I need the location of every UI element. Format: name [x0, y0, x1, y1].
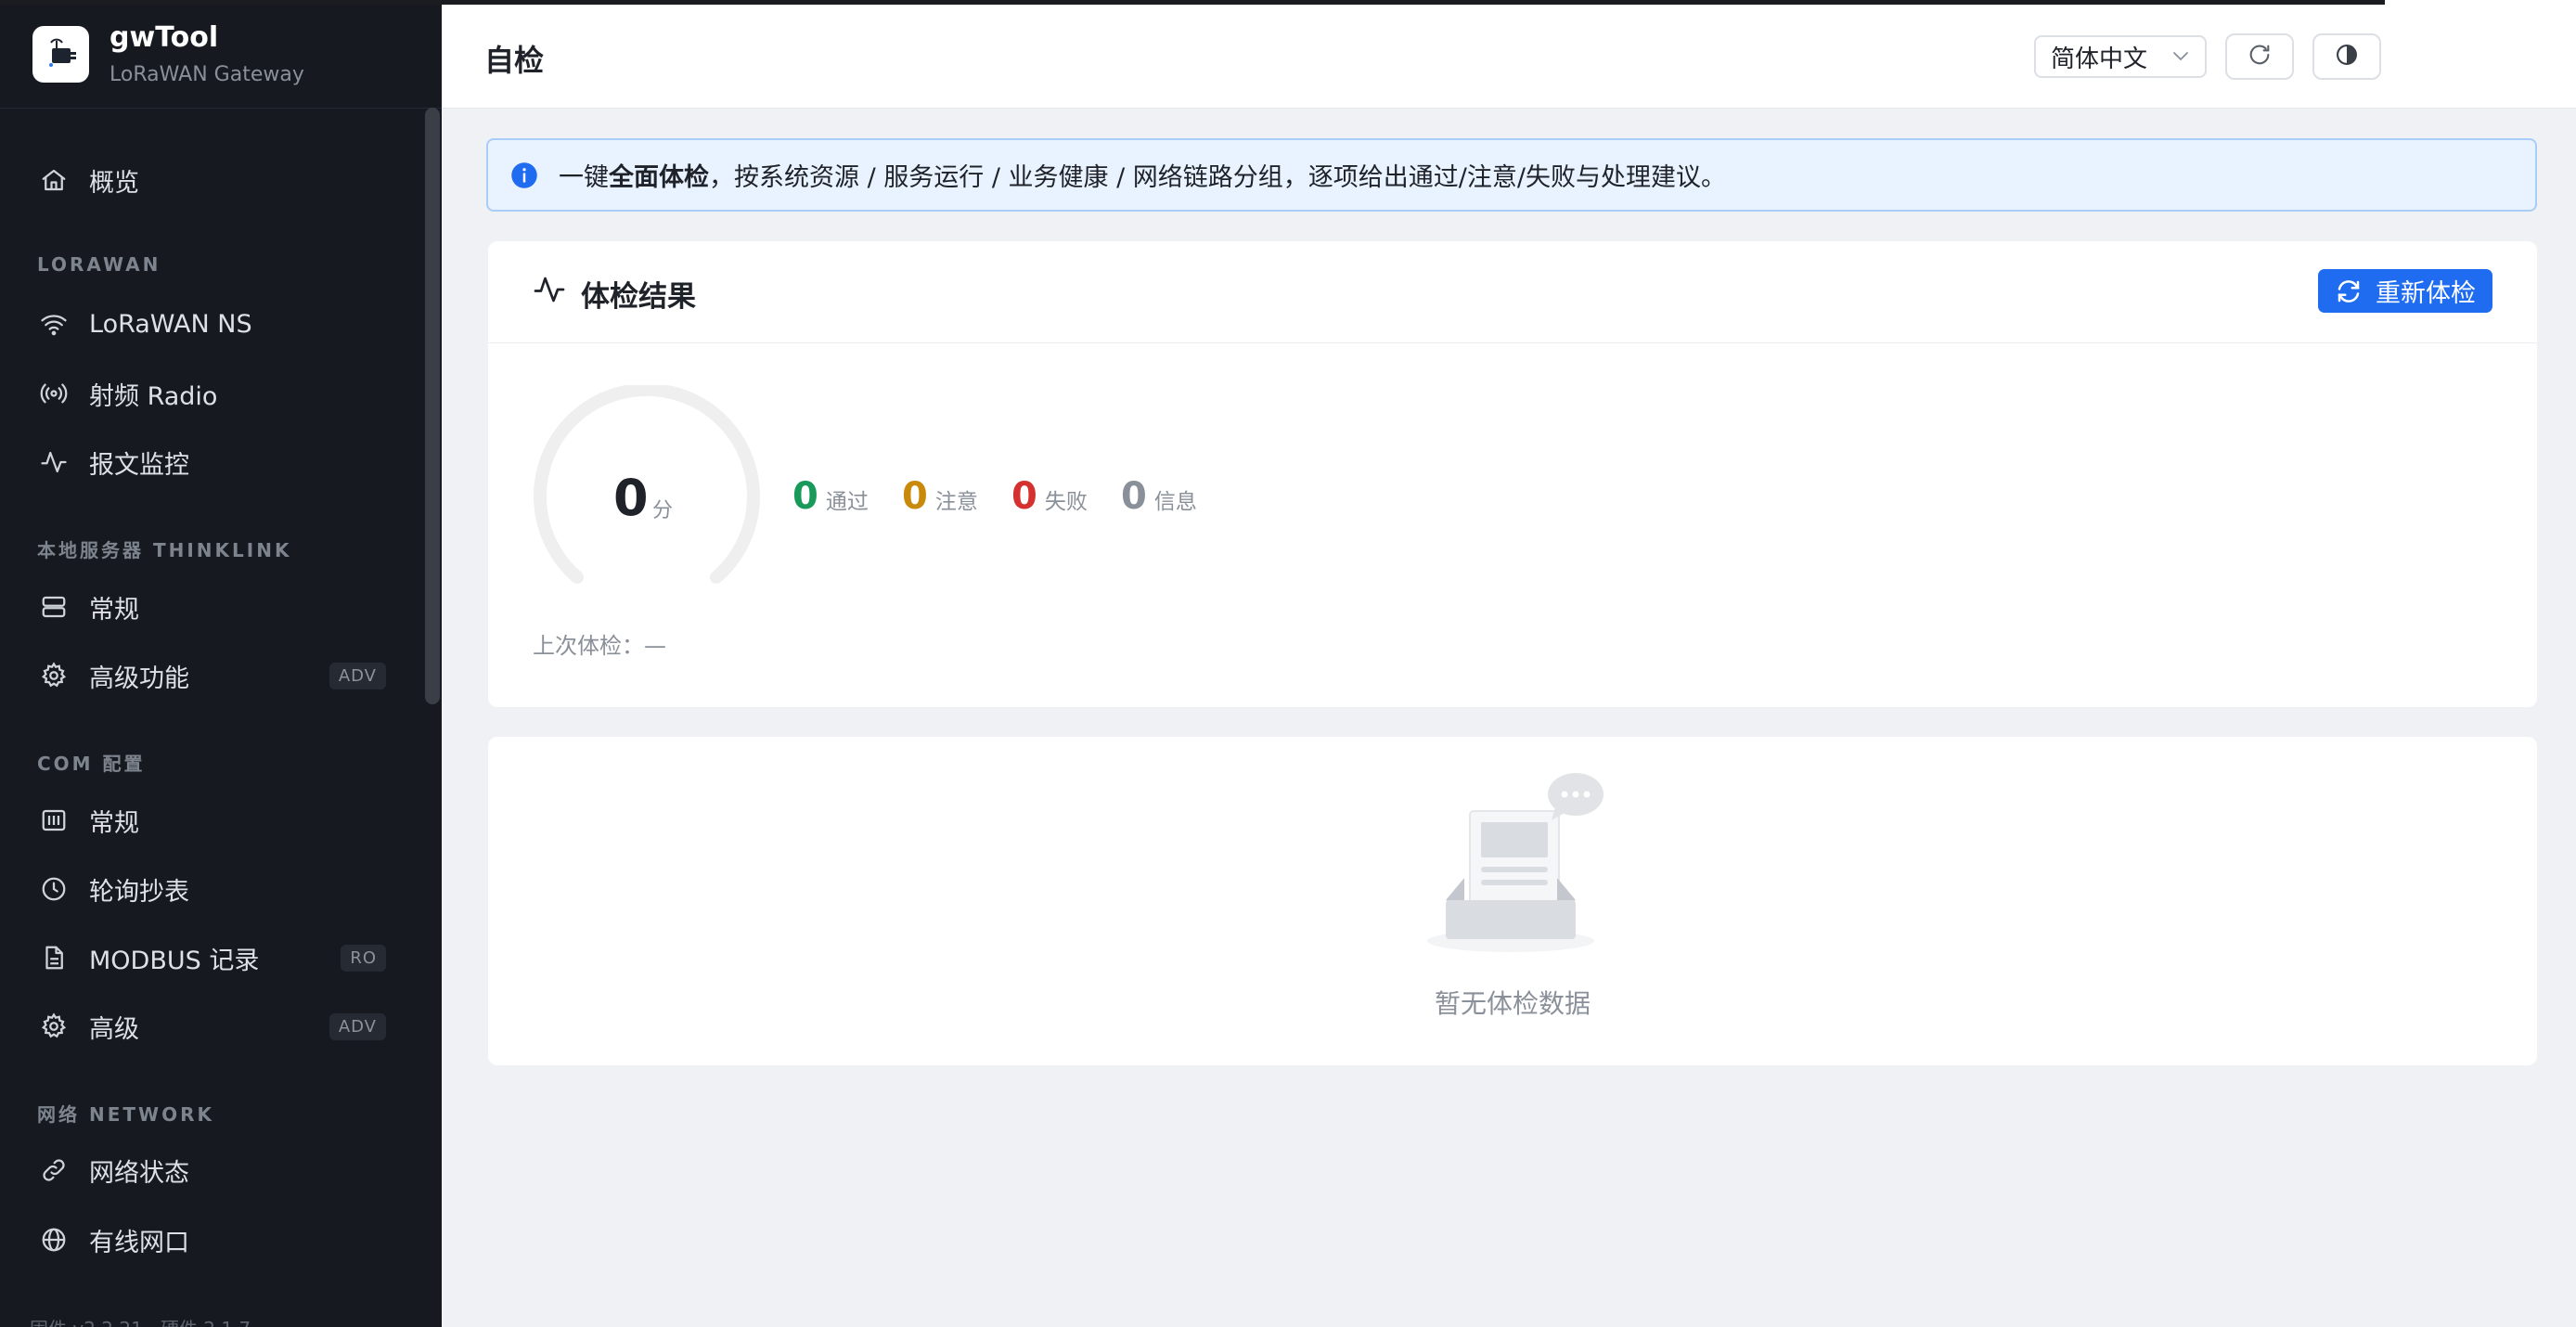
section-title-lorawan: LORAWAN	[37, 253, 161, 276]
server-icon	[37, 590, 71, 624]
check-result-card: 体检结果 重新体检 0 分 0 通过 0 注意 0 失败 0 信息 上次体检：—	[488, 241, 2537, 707]
stat-pass-value: 0	[792, 475, 818, 518]
gear-icon	[37, 659, 71, 692]
theme-toggle-button[interactable]	[2312, 33, 2381, 80]
stat-warn-value: 0	[902, 475, 928, 518]
alert-text: 一键全面体检，按系统资源 / 服务运行 / 业务健康 / 网络链路分组，逐项给出…	[559, 157, 1726, 193]
firmware-version: 固件 v2.2.21 · 硬件 2.1.7	[30, 1314, 251, 1327]
stat-fail: 0 失败	[1011, 475, 1088, 518]
sidebar-item-overview[interactable]: 概览	[0, 152, 423, 208]
sidebar-item-label: 网络状态	[89, 1158, 189, 1188]
stat-info: 0 信息	[1121, 475, 1197, 518]
info-icon	[510, 161, 538, 189]
card-header: 体检结果 重新体检	[488, 241, 2537, 343]
sidebar-item-network-status[interactable]: 网络状态	[0, 1142, 423, 1198]
stat-info-value: 0	[1121, 475, 1147, 518]
empty-inbox-icon	[1427, 773, 1604, 952]
clock-icon	[37, 872, 71, 906]
sidebar-item-com-general[interactable]: 常规	[0, 792, 423, 848]
brand[interactable]: gwTool LoRaWAN Gateway	[0, 0, 442, 109]
page-title: 自检	[484, 43, 545, 78]
radio-icon	[37, 377, 71, 410]
sidebar-item-label: 有线网口	[89, 1228, 189, 1257]
alert-rest: ，按系统资源 / 服务运行 / 业务健康 / 网络链路分组，逐项给出通过/注意/…	[709, 163, 1726, 192]
adv-badge: ADV	[328, 1012, 386, 1040]
refresh-icon	[2338, 279, 2360, 303]
stat-warn: 0 注意	[902, 475, 978, 518]
app-subtitle: LoRaWAN Gateway	[109, 63, 304, 86]
stat-fail-value: 0	[1011, 475, 1037, 518]
gear-icon	[37, 1010, 71, 1043]
stat-warn-label: 注意	[934, 490, 978, 514]
empty-state-card: 暂无体检数据	[488, 737, 2537, 1065]
refresh-icon	[2247, 42, 2273, 71]
last-check-time: 上次体检：—	[533, 633, 666, 659]
gateway-logo-icon	[32, 25, 89, 83]
sidebar-item-label: 射频 Radio	[89, 381, 218, 411]
stat-pass: 0 通过	[792, 475, 869, 518]
alert-prefix: 一键	[559, 163, 609, 192]
sidebar-item-label: 报文监控	[89, 450, 189, 480]
ro-badge: RO	[341, 944, 386, 972]
stat-info-label: 信息	[1153, 490, 1197, 514]
recheck-button[interactable]: 重新体检	[2318, 269, 2492, 313]
sidebar-scrollbar[interactable]	[425, 108, 440, 704]
sidebar-item-thinklink-general[interactable]: 常规	[0, 579, 423, 635]
sidebar-item-label: 轮询抄表	[89, 877, 189, 907]
sidebar-item-lorawan-ns[interactable]: LoRaWAN NS	[0, 296, 423, 352]
file-icon	[37, 941, 71, 974]
score-unit: 分	[652, 499, 674, 522]
sidebar-item-label: 高级	[89, 1014, 139, 1044]
stat-pass-label: 通过	[825, 490, 869, 514]
sidebar-item-label: 高级功能	[89, 664, 189, 693]
section-title-network: 网络 NETWORK	[37, 1103, 214, 1126]
section-title-com: COM 配置	[37, 753, 146, 775]
activity-icon	[37, 445, 71, 479]
sidebar-item-modbus-log[interactable]: MODBUS 记录 RO	[0, 930, 423, 986]
sidebar-item-com-advanced[interactable]: 高级 ADV	[0, 998, 423, 1054]
globe-icon	[37, 1223, 71, 1256]
stat-fail-label: 失败	[1044, 490, 1088, 514]
chevron-down-icon	[2170, 45, 2192, 73]
sidebar-item-label: 常规	[89, 595, 139, 625]
adv-badge: ADV	[328, 662, 386, 689]
sidebar: gwTool LoRaWAN Gateway 概览 LORAWAN LoRaWA…	[0, 0, 442, 1327]
score-value: 0	[613, 469, 649, 527]
section-title-thinklink: 本地服务器 THINKLINK	[37, 539, 292, 561]
window-top-border	[0, 0, 2385, 5]
link-icon	[37, 1153, 71, 1187]
sidebar-item-label: 常规	[89, 808, 139, 838]
alert-bold: 全面体检	[609, 163, 709, 192]
card-title: 体检结果	[581, 280, 696, 314]
top-header: 自检 简体中文	[442, 0, 2576, 109]
sidebar-item-polling[interactable]: 轮询抄表	[0, 861, 423, 917]
sidebar-item-radio[interactable]: 射频 Radio	[0, 366, 423, 421]
empty-state-text: 暂无体检数据	[1434, 988, 1591, 1019]
sidebar-item-thinklink-advanced[interactable]: 高级功能 ADV	[0, 648, 423, 703]
home-icon	[37, 163, 71, 197]
columns-icon	[37, 804, 71, 837]
sidebar-item-label: 概览	[89, 168, 139, 198]
wifi-icon	[37, 307, 71, 341]
app-name: gwTool	[109, 21, 219, 54]
refresh-button[interactable]	[2225, 33, 2294, 80]
recheck-label: 重新体检	[2376, 279, 2476, 308]
activity-icon	[533, 273, 566, 310]
language-value: 简体中文	[2051, 45, 2148, 73]
sidebar-item-label: LoRaWAN NS	[89, 309, 252, 339]
sidebar-item-label: MODBUS 记录	[89, 946, 260, 975]
sidebar-item-packet-monitor[interactable]: 报文监控	[0, 434, 423, 490]
info-alert: 一键全面体检，按系统资源 / 服务运行 / 业务健康 / 网络链路分组，逐项给出…	[486, 138, 2537, 212]
sidebar-item-ethernet[interactable]: 有线网口	[0, 1212, 423, 1268]
language-select[interactable]: 简体中文	[2034, 35, 2207, 78]
contrast-icon	[2334, 42, 2360, 71]
